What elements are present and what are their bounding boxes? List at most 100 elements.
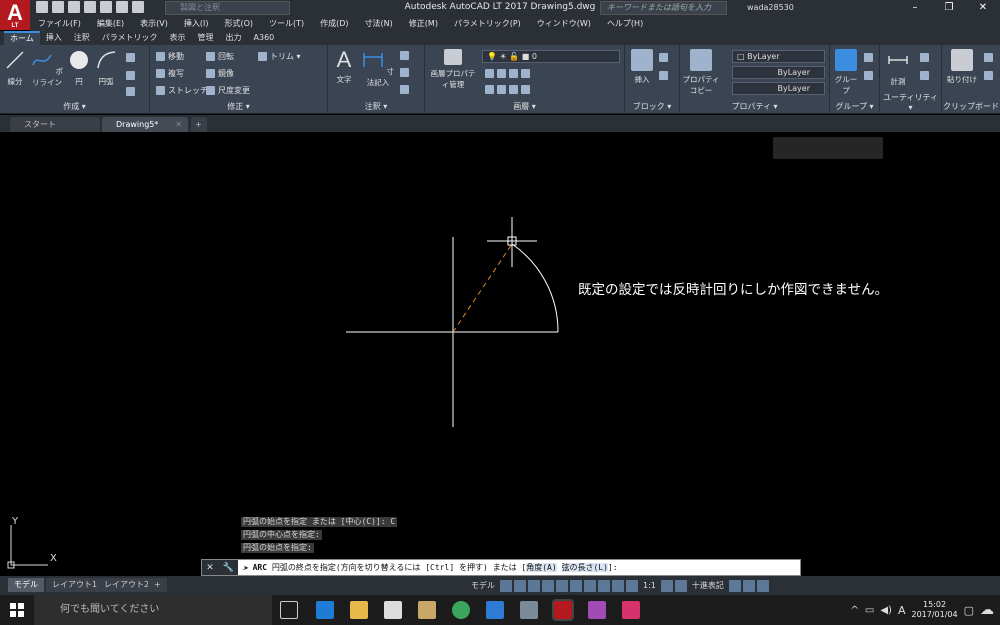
stretch-button[interactable]: ストレッチ bbox=[156, 85, 208, 96]
layers-panel-title[interactable]: 画層 ▾ bbox=[425, 101, 624, 112]
properties-panel-title[interactable]: プロパティ ▾ bbox=[680, 101, 829, 112]
isodraft-icon[interactable] bbox=[556, 579, 568, 592]
tab-view[interactable]: 表示 bbox=[164, 31, 192, 45]
paste-button[interactable]: 貼り付け bbox=[944, 49, 980, 85]
layer-tools-2-icon[interactable] bbox=[485, 85, 530, 94]
tab-annotate[interactable]: 注釈 bbox=[68, 31, 96, 45]
grid-icon[interactable] bbox=[500, 579, 512, 592]
menu-window[interactable]: ウィンドウ(W) bbox=[529, 17, 599, 31]
group-panel-title[interactable]: グループ ▾ bbox=[830, 101, 879, 112]
polar-icon[interactable] bbox=[542, 579, 554, 592]
annotation-visibility-icon[interactable] bbox=[612, 579, 624, 592]
move-button[interactable]: 移動 bbox=[156, 51, 184, 62]
lineweight-icon[interactable] bbox=[584, 579, 596, 592]
match-properties-button[interactable]: プロパティコピー bbox=[682, 49, 720, 96]
tab-insert[interactable]: 挿入 bbox=[40, 31, 68, 45]
linetype-dropdown[interactable]: ByLayer bbox=[732, 66, 825, 79]
clean-screen-icon[interactable] bbox=[742, 579, 755, 592]
app-logo[interactable]: A LT bbox=[0, 0, 30, 30]
option-chord-length[interactable]: 弦の長さ(L) bbox=[561, 563, 608, 572]
group-button[interactable]: グループ bbox=[832, 49, 860, 96]
table-icon[interactable] bbox=[400, 85, 409, 94]
insert-block-button[interactable]: 挿入 bbox=[629, 49, 655, 85]
dimension-button[interactable]: 寸法記入 bbox=[360, 49, 396, 88]
circle-button[interactable]: 円 bbox=[68, 49, 90, 87]
point-icon[interactable] bbox=[920, 71, 929, 80]
layer-dropdown[interactable]: 💡 ☀ 🔓 ■ 0 bbox=[482, 50, 620, 63]
object-snap-icon[interactable] bbox=[570, 579, 582, 592]
block-panel-title[interactable]: ブロック ▾ bbox=[625, 101, 679, 112]
windows-start-icon[interactable] bbox=[10, 603, 24, 617]
menu-format[interactable]: 形式(O) bbox=[216, 17, 261, 31]
cut-icon[interactable] bbox=[984, 53, 993, 62]
add-layout-button[interactable]: + bbox=[148, 578, 167, 592]
scale-button[interactable]: 尺度変更 bbox=[206, 85, 250, 96]
store-icon[interactable] bbox=[384, 601, 402, 619]
tab-manage[interactable]: 管理 bbox=[192, 31, 220, 45]
quick-select-icon[interactable] bbox=[920, 53, 929, 62]
menu-help[interactable]: ヘルプ(H) bbox=[599, 17, 651, 31]
volume-icon[interactable]: ◀) bbox=[880, 605, 892, 616]
tab-layout2[interactable]: レイアウト2 bbox=[98, 578, 156, 592]
copy-button[interactable]: 複写 bbox=[156, 68, 184, 79]
close-button[interactable]: ✕ bbox=[966, 0, 1000, 17]
autocad-taskbar-icon[interactable] bbox=[552, 599, 574, 621]
tab-layout1[interactable]: レイアウト1 bbox=[46, 578, 104, 592]
rotate-button[interactable]: 回転 bbox=[206, 51, 234, 62]
command-line[interactable]: ✕ 🔧 .▸ ARC 円弧の終点を指定(方向を切り替えるには [Ctrl] を押… bbox=[201, 559, 801, 576]
save-icon[interactable] bbox=[68, 1, 80, 13]
user-name[interactable]: wada28530 bbox=[747, 3, 794, 12]
menu-parametric[interactable]: パラメトリック(P) bbox=[446, 17, 529, 31]
trim-button[interactable]: トリム ▾ bbox=[258, 51, 301, 62]
menu-modify[interactable]: 修正(M) bbox=[401, 17, 446, 31]
menu-dimension[interactable]: 寸法(N) bbox=[357, 17, 401, 31]
tab-output[interactable]: 出力 bbox=[220, 31, 248, 45]
selection-cycling-icon[interactable] bbox=[598, 579, 610, 592]
units-display[interactable]: 十進表記 bbox=[689, 580, 727, 591]
customize-cmd-icon[interactable]: 🔧 bbox=[222, 563, 233, 573]
model-space-button[interactable]: モデル bbox=[468, 580, 498, 591]
new-icon[interactable] bbox=[36, 1, 48, 13]
color-dropdown[interactable]: □ ByLayer bbox=[732, 50, 825, 63]
modify-panel-title[interactable]: 修正 ▾ bbox=[150, 101, 327, 112]
tab-parametric[interactable]: パラメトリック bbox=[96, 31, 164, 45]
open-icon[interactable] bbox=[52, 1, 64, 13]
menu-tools[interactable]: ツール(T) bbox=[261, 17, 312, 31]
arc-button[interactable]: 円弧 bbox=[94, 49, 118, 87]
linear-dim-icon[interactable] bbox=[400, 51, 409, 60]
draw-panel-title[interactable]: 作成 ▾ bbox=[0, 101, 149, 112]
layer-properties-button[interactable]: 画層プロパティ管理 bbox=[427, 49, 479, 90]
drawing-canvas[interactable]: 既定の設定では反時計回りにしか作図できません。 Y X bbox=[0, 133, 1000, 576]
undo-icon[interactable] bbox=[116, 1, 128, 13]
media-icon[interactable] bbox=[418, 601, 436, 619]
explorer-icon[interactable] bbox=[350, 601, 368, 619]
create-block-icon[interactable] bbox=[659, 53, 668, 62]
hdb-icon[interactable] bbox=[622, 601, 640, 619]
measure-button[interactable]: 計測 bbox=[886, 49, 910, 87]
close-cmd-icon[interactable]: ✕ bbox=[206, 563, 214, 573]
notification-icon[interactable]: ▢ bbox=[964, 604, 974, 617]
hatch-icon[interactable] bbox=[126, 71, 135, 80]
weather-icon[interactable]: ☁ bbox=[980, 602, 994, 618]
maximize-button[interactable]: ❐ bbox=[932, 0, 966, 17]
polyline-button[interactable]: ポリライン bbox=[30, 49, 64, 88]
workspace-dropdown[interactable]: 製図と注釈 bbox=[165, 1, 290, 15]
tab-model[interactable]: モデル bbox=[8, 578, 44, 592]
tab-home[interactable]: ホーム bbox=[4, 31, 40, 45]
edit-block-icon[interactable] bbox=[659, 71, 668, 80]
quick-properties-icon[interactable] bbox=[728, 579, 741, 592]
text-button[interactable]: A 文字 bbox=[332, 49, 356, 85]
task-view-icon[interactable] bbox=[280, 601, 298, 619]
minimize-button[interactable]: – bbox=[898, 0, 932, 17]
boundary-icon[interactable] bbox=[126, 87, 135, 96]
tab-drawing5[interactable]: Drawing5* ✕ bbox=[102, 117, 188, 132]
clipboard-panel-title[interactable]: クリップボード bbox=[942, 101, 1000, 112]
saveas-icon[interactable] bbox=[84, 1, 96, 13]
app-icon[interactable] bbox=[588, 601, 606, 619]
leader-icon[interactable] bbox=[400, 68, 409, 77]
tab-a360[interactable]: A360 bbox=[248, 31, 281, 45]
group-edit-icon[interactable] bbox=[864, 71, 873, 80]
help-search-input[interactable]: キーワードまたは語句を入力 bbox=[600, 1, 727, 15]
menu-file[interactable]: ファイル(F) bbox=[30, 17, 89, 31]
cortana-search[interactable]: 何でも聞いてください bbox=[34, 595, 272, 625]
